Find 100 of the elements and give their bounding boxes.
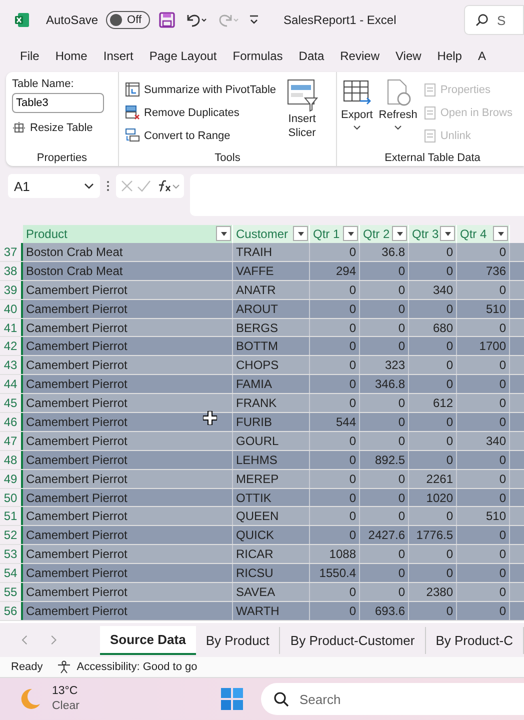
table-cell: 0 (457, 375, 510, 394)
windows-start-icon[interactable] (221, 688, 244, 710)
status-text: Ready (11, 661, 43, 673)
accessibility-status[interactable]: Accessibility: Good to go (76, 661, 198, 673)
table-cell: 0 (360, 488, 409, 506)
filter-dropdown[interactable] (493, 226, 508, 241)
table-cell: 0 (457, 413, 510, 431)
name-box[interactable]: A1 (8, 174, 100, 198)
table-cell: VAFFE (233, 262, 310, 280)
ribbon-command[interactable]: Convert to Range (125, 124, 276, 147)
document-icon (423, 106, 438, 120)
table-cell: 1550.4 (310, 564, 360, 582)
table-cell: GOURL (233, 432, 310, 450)
caret-icon (352, 125, 361, 130)
menu-tab[interactable]: Home (47, 42, 96, 70)
table-cell: Camembert Pierrot (23, 356, 233, 374)
table-cell: Camembert Pierrot (23, 602, 233, 620)
ribbon-command[interactable]: Summarize with PivotTable (125, 78, 276, 101)
table-cell: MEREP (233, 470, 310, 488)
sheet-tab[interactable]: By Product (196, 626, 280, 654)
table-cell: 0 (409, 432, 457, 450)
column-header[interactable]: Product (23, 224, 233, 242)
table-cell: 544 (310, 413, 360, 431)
save-icon[interactable] (158, 11, 176, 29)
resize-table-button[interactable]: Resize Table (12, 116, 112, 139)
column-header[interactable]: Qtr 2 (360, 224, 409, 242)
row-number: 46 (0, 413, 23, 431)
column-header[interactable]: Qtr 1 (310, 224, 360, 242)
autosave-label: AutoSave (46, 13, 98, 27)
table-cell: 0 (310, 375, 360, 394)
insert-slicer-button[interactable]: Insert Slicer (286, 78, 318, 147)
filter-dropdown[interactable] (293, 226, 308, 241)
table-cell: 0 (360, 337, 409, 356)
table-cell: Camembert Pierrot (23, 450, 233, 469)
table-cell: Camembert Pierrot (23, 583, 233, 601)
row-number: 44 (0, 375, 23, 394)
autosave-toggle[interactable]: Off (106, 11, 150, 29)
table-cell: Camembert Pierrot (23, 318, 233, 336)
filter-dropdown[interactable] (392, 226, 407, 241)
table-cell: 1776.5 (409, 526, 457, 544)
table-cell: 0 (409, 507, 457, 526)
table-cell: 693.6 (360, 602, 409, 620)
filter-dropdown[interactable] (216, 226, 231, 241)
remove-duplicates-icon (125, 105, 140, 120)
table-cell: 0 (360, 507, 409, 526)
table-cell: 0 (310, 394, 360, 412)
menu-tab[interactable]: View (388, 42, 430, 70)
ribbon-command[interactable]: Remove Duplicates (125, 101, 276, 124)
column-header[interactable]: Customer (233, 224, 310, 242)
table-cell: SAVEA (233, 583, 310, 601)
table-cell: RICSU (233, 564, 310, 582)
menu-tab[interactable]: Help (429, 42, 470, 70)
sheet-tab[interactable]: Source Data (100, 626, 196, 654)
export-button[interactable]: Export (341, 78, 373, 147)
table-cell: LEHMS (233, 450, 310, 469)
table-name-label: Table Name: (12, 78, 75, 90)
menu-tab[interactable]: Data (290, 42, 332, 70)
table-cell: 0 (409, 602, 457, 620)
table-cell: BOTTM (233, 337, 310, 356)
column-header[interactable]: Qtr 3 (409, 224, 457, 242)
table-cell: 0 (360, 394, 409, 412)
table-cell: 0 (409, 545, 457, 564)
menu-tab[interactable]: Insert (95, 42, 142, 70)
table-cell: QUICK (233, 526, 310, 544)
table-cell: 0 (360, 300, 409, 318)
table-cell: 0 (310, 432, 360, 450)
menu-tab[interactable]: Page Layout (141, 42, 225, 70)
filter-dropdown[interactable] (343, 226, 358, 241)
search-icon (475, 13, 489, 27)
table-cell: 892.5 (360, 450, 409, 469)
table-cell: 0 (457, 318, 510, 336)
excel-logo-icon (14, 12, 30, 28)
table-name-field[interactable]: Table3 (12, 93, 104, 113)
group-label: External Table Data (384, 152, 480, 164)
refresh-button[interactable]: Refresh (378, 78, 418, 147)
table-cell: 736 (457, 262, 510, 280)
menu-tab[interactable]: Review (332, 42, 388, 70)
menu-tab[interactable]: Formulas (224, 42, 291, 70)
cancel-enter-fx-icon (120, 178, 180, 194)
title-search-box[interactable]: S (464, 5, 524, 35)
menu-tab[interactable]: File (12, 42, 48, 70)
cell-cursor-icon (203, 411, 217, 425)
row-number: 50 (0, 488, 23, 506)
row-number: 56 (0, 602, 23, 620)
sheet-tab[interactable]: By Product-Customer (280, 626, 426, 654)
table-cell: FRANK (233, 394, 310, 412)
table-cell: 0 (457, 450, 510, 469)
weather-text: Clear (52, 699, 80, 714)
row-number: 42 (0, 337, 23, 356)
sheet-tab[interactable]: By Product-C (426, 626, 524, 654)
table-cell: 0 (409, 243, 457, 261)
filter-dropdown[interactable] (440, 226, 455, 241)
customize-toolbar-icon[interactable] (248, 14, 260, 26)
formula-buttons[interactable] (116, 174, 184, 198)
table-cell: 0 (457, 243, 510, 261)
column-header[interactable]: Qtr 4 (457, 224, 510, 242)
menu-tab[interactable]: A (470, 42, 494, 70)
taskbar-search-field[interactable]: Search (261, 683, 524, 715)
table-cell: Camembert Pierrot (23, 280, 233, 299)
table-cell: ANATR (233, 280, 310, 299)
